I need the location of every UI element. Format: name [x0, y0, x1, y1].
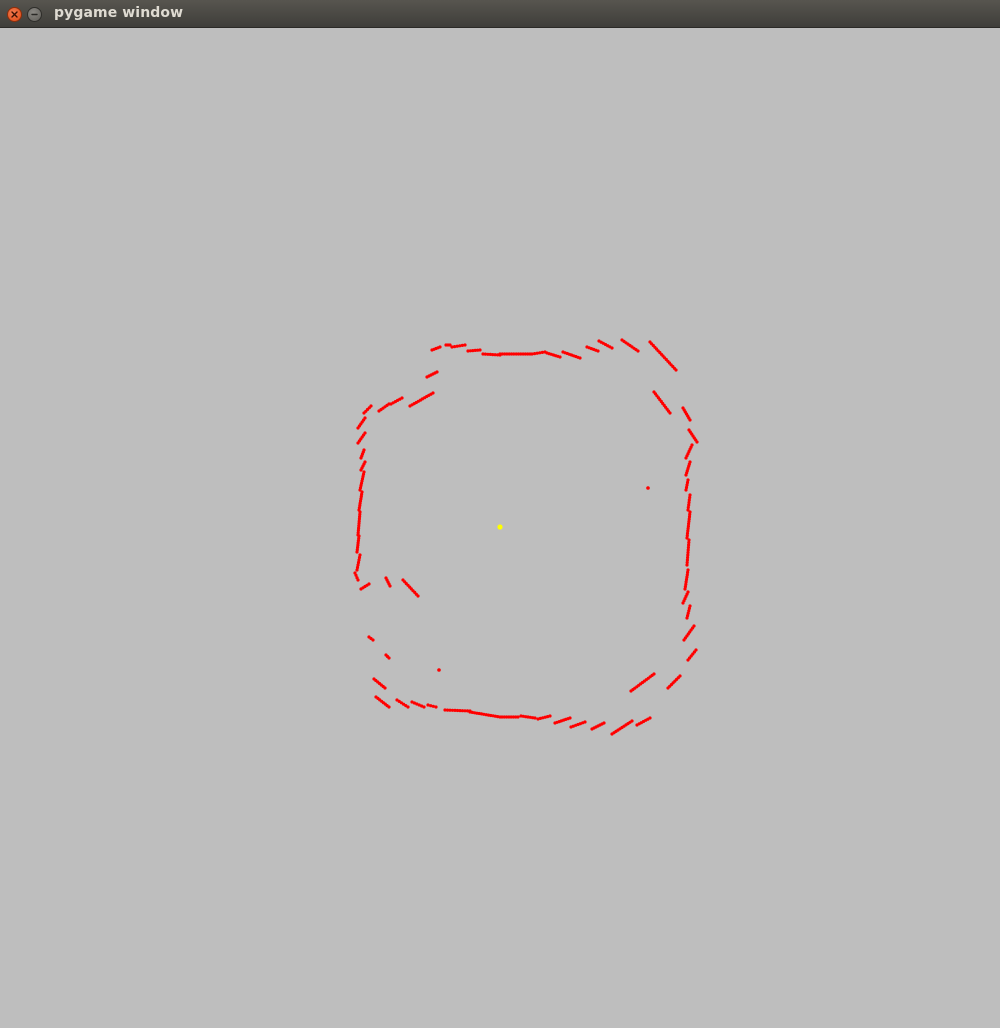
- scan-point: [360, 490, 364, 494]
- scan-point: [463, 343, 467, 347]
- scan-point: [426, 703, 430, 707]
- scan-point: [688, 493, 692, 497]
- scan-point: [596, 349, 600, 353]
- scan-point: [388, 584, 392, 588]
- pygame-canvas[interactable]: [0, 28, 1000, 1028]
- minimize-icon: [31, 13, 38, 16]
- scan-point: [695, 440, 699, 444]
- scan-point: [362, 448, 366, 452]
- scan-point: [516, 715, 520, 719]
- scan-point: [387, 705, 391, 709]
- scan-point: [435, 370, 439, 374]
- scan-point: [434, 705, 438, 709]
- scan-point: [363, 460, 367, 464]
- scan-point: [387, 656, 391, 660]
- scan-point: [688, 460, 692, 464]
- scan-point: [383, 686, 387, 690]
- close-icon: [11, 11, 18, 18]
- scan-point: [478, 348, 482, 352]
- scan-point: [648, 716, 652, 720]
- scan-point: [357, 534, 361, 538]
- scan-point: [668, 411, 672, 415]
- scan-point: [367, 582, 371, 586]
- scan-point: [356, 578, 360, 582]
- scan-plot: [353, 338, 699, 736]
- robot-marker: [497, 524, 503, 530]
- titlebar[interactable]: pygame window: [0, 0, 1000, 28]
- scan-point: [646, 486, 650, 490]
- scan-point: [688, 418, 692, 422]
- scan-point: [371, 638, 375, 642]
- scan-point: [369, 404, 373, 408]
- scan-point: [690, 443, 694, 447]
- scan-point: [400, 396, 404, 400]
- scan-point: [362, 470, 366, 474]
- scan-point: [686, 590, 690, 594]
- scan-point: [688, 604, 692, 608]
- scan-point: [431, 391, 435, 395]
- scan-point: [358, 553, 362, 557]
- scan-point: [610, 346, 614, 350]
- window-title: pygame window: [54, 5, 184, 21]
- scan-point: [636, 349, 640, 353]
- scan-point: [578, 356, 582, 360]
- scan-point: [431, 704, 435, 708]
- scan-point: [692, 624, 696, 628]
- scan-point: [416, 594, 420, 598]
- scan-point: [686, 478, 690, 482]
- scan-point: [363, 431, 367, 435]
- scan-point: [583, 720, 587, 724]
- app-window: pygame window: [0, 0, 1000, 1028]
- scan-point: [533, 716, 537, 720]
- scan-point: [422, 705, 426, 709]
- scan-point: [437, 668, 441, 672]
- minimize-button[interactable]: [27, 7, 42, 22]
- scan-point: [686, 568, 690, 572]
- scan-point: [358, 510, 362, 514]
- scan-point: [406, 705, 410, 709]
- scan-point: [548, 714, 552, 718]
- close-button[interactable]: [7, 7, 22, 22]
- scan-point: [602, 721, 606, 725]
- scan-point: [630, 719, 634, 723]
- scan-point: [652, 672, 656, 676]
- scan-point: [558, 355, 562, 359]
- scan-point: [678, 674, 682, 678]
- scan-point: [568, 716, 572, 720]
- scan-point: [438, 345, 442, 349]
- scan-point: [694, 648, 698, 652]
- scan-point: [674, 368, 678, 372]
- scan-point: [363, 416, 367, 420]
